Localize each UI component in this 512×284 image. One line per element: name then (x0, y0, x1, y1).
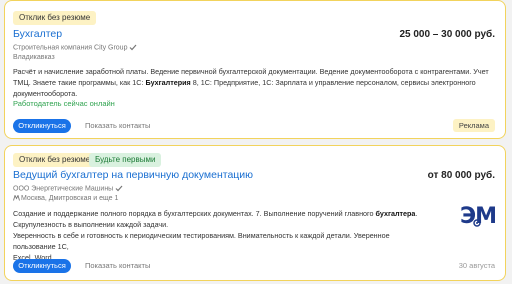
verified-check-icon (115, 185, 123, 192)
description-highlight: бухгалтера (375, 209, 416, 218)
description-highlight: Бухгалтерия (145, 78, 191, 87)
be-first-badge: Будьте первыми (89, 153, 162, 167)
description-line: Скрупулезность в выполнении каждой задач… (13, 220, 169, 229)
ad-badge: Реклама (452, 119, 495, 132)
description-line: Создание и поддержание полного порядка в… (13, 208, 433, 219)
company-name-text[interactable]: ООО Энергетические Машины (13, 185, 113, 192)
company-name-text[interactable]: Строительная компания City Group (13, 44, 127, 51)
apply-button[interactable]: Откликнуться (13, 119, 71, 133)
vacancy-card: Отклик без резюме Будьте первыми Ведущий… (4, 145, 506, 281)
apply-button[interactable]: Откликнуться (13, 259, 71, 273)
company-logo[interactable]: ЭМ (460, 204, 497, 229)
vacancy-card: Отклик без резюме Бухгалтер 25 000 – 30 … (4, 0, 506, 139)
verified-check-icon (130, 44, 137, 51)
description-text: Создание и поддержание полного порядка в… (13, 209, 376, 218)
company-name[interactable]: ООО Энергетические Машины (13, 185, 123, 192)
employer-online-status: Работодатель сейчас онлайн (13, 99, 115, 108)
publication-date: 30 августа (458, 261, 495, 270)
vacancy-salary: 25 000 – 30 000 руб. (399, 29, 495, 40)
show-contacts-button[interactable]: Показать контакты (85, 121, 150, 130)
no-resume-badge: Отклик без резюме (13, 153, 97, 167)
vacancy-title[interactable]: Ведущий бухгалтер на первичную документа… (13, 169, 253, 181)
vacancy-city: Владикавказ (13, 54, 55, 61)
metro-icon (13, 194, 20, 201)
description-line: Excel, Word. (13, 253, 54, 262)
vacancy-location: Москва, Дмитровская и еще 1 (13, 194, 119, 202)
vacancy-title[interactable]: Бухгалтер (13, 28, 62, 40)
show-contacts-button[interactable]: Показать контакты (85, 261, 150, 270)
vacancy-salary: от 80 000 руб. (427, 170, 495, 181)
vacancy-description: Расчёт и начисление заработной платы. Ве… (13, 66, 497, 99)
description-text: . (415, 209, 418, 218)
description-line: Уверенность в себе и готовность к период… (13, 231, 390, 251)
gear-icon (473, 219, 481, 227)
vacancy-description: Создание и поддержание полного порядка в… (13, 208, 433, 263)
vacancy-city: Москва, Дмитровская и еще 1 (21, 195, 119, 202)
no-resume-badge: Отклик без резюме (13, 11, 97, 25)
company-name[interactable]: Строительная компания City Group (13, 44, 137, 51)
